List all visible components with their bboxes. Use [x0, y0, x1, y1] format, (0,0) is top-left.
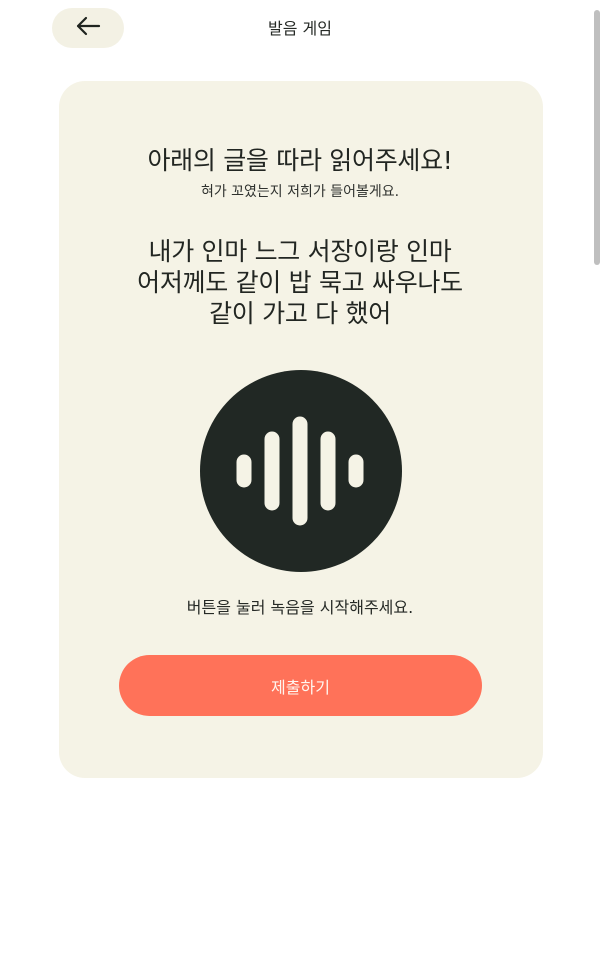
- record-button[interactable]: [200, 370, 402, 572]
- instruction-title: 아래의 글을 따라 읽어주세요!: [147, 146, 453, 175]
- instruction-subtitle: 혀가 꼬였는지 저희가 들어볼게요.: [200, 184, 400, 200]
- phrase-line: 내가 인마 느그 서장이랑 인마: [148, 237, 452, 266]
- page-title: 발음 게임: [268, 19, 332, 38]
- record-hint: 버튼을 눌러 녹음을 시작해주세요.: [186, 598, 414, 617]
- scrollbar[interactable]: [594, 10, 600, 265]
- phrase-line: 어저께도 같이 밥 묵고 싸우나도: [137, 268, 463, 297]
- submit-button[interactable]: 제출하기: [119, 655, 482, 716]
- tongue-twister-phrase: 내가 인마 느그 서장이랑 인마 어저께도 같이 밥 묵고 싸우나도 같이 가고…: [90, 236, 510, 329]
- pronunciation-game-screen: 발음 게임 아래의 글을 따라 읽어주세요! 혀가 꼬였는지 저희가 들어볼게요…: [0, 0, 600, 973]
- phrase-line: 같이 가고 다 했어: [209, 299, 391, 328]
